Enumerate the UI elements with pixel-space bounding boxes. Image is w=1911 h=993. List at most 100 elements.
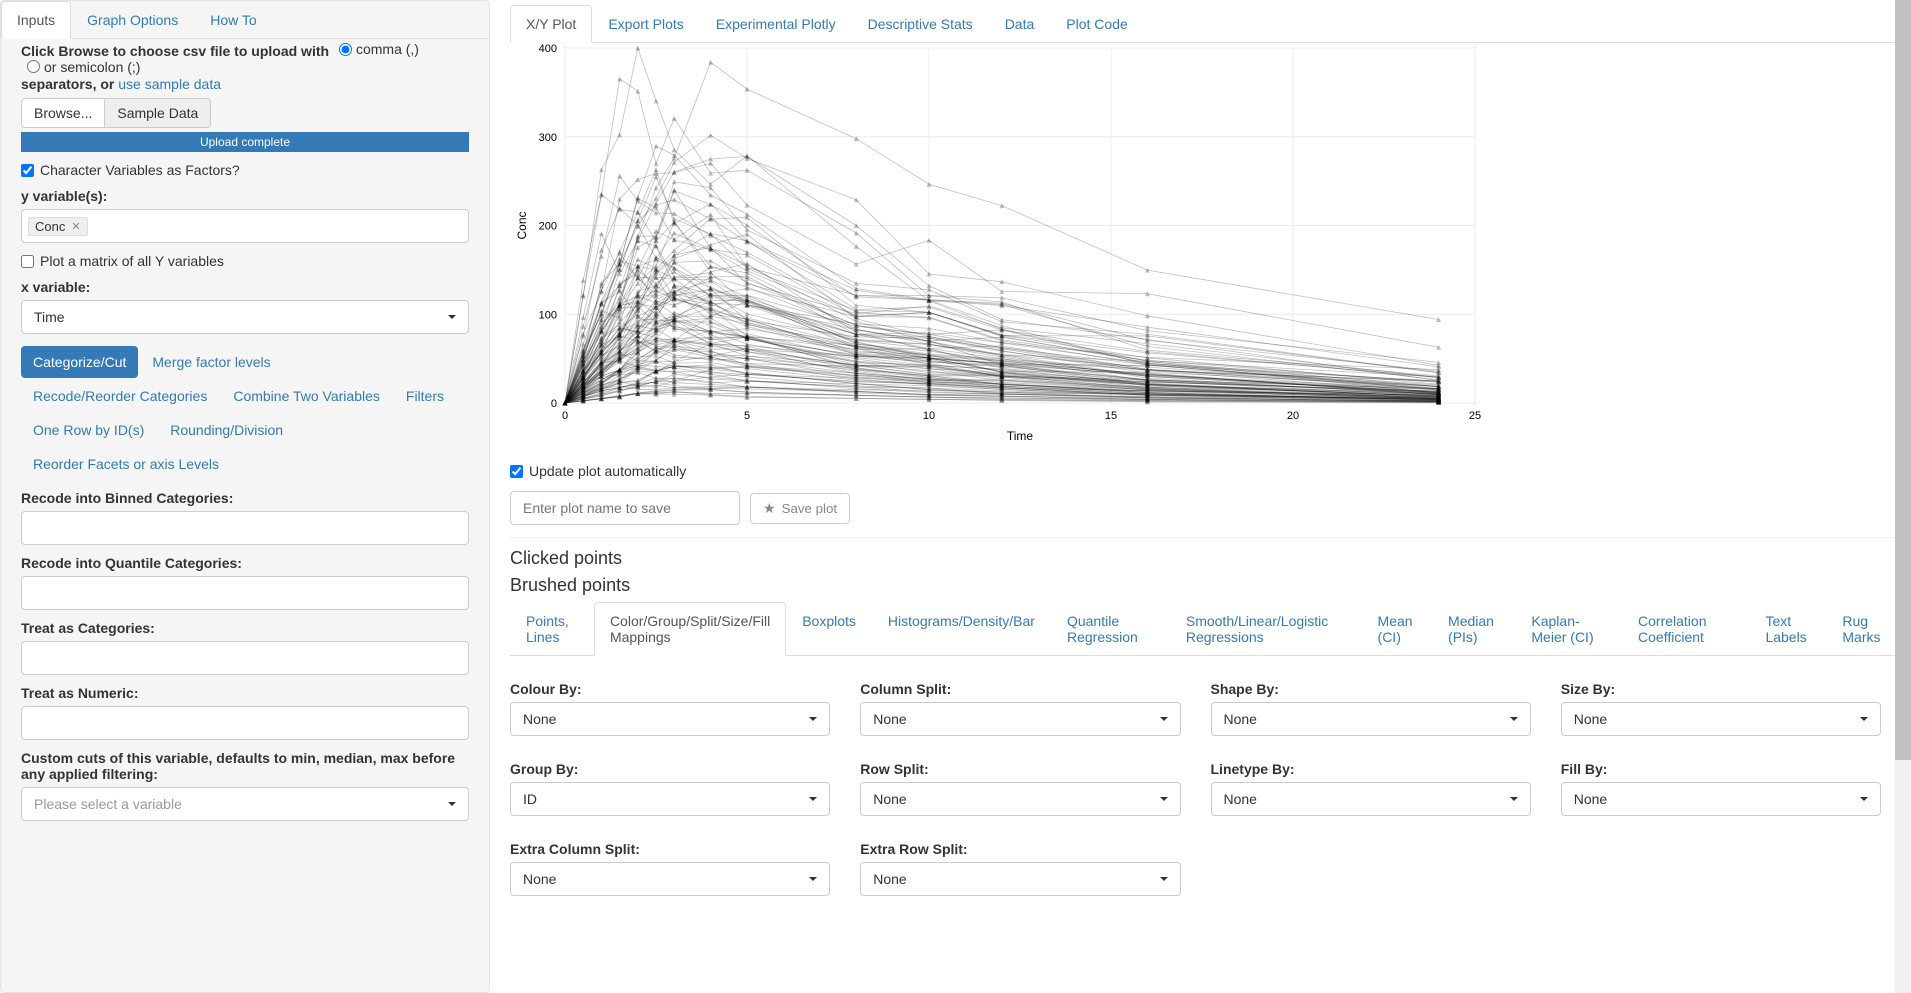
- y-var-remove-icon[interactable]: ✕: [71, 220, 80, 233]
- svg-text:Time: Time: [1007, 429, 1034, 443]
- treat-cat-select[interactable]: [21, 641, 469, 675]
- x-var-select[interactable]: Time: [21, 300, 469, 334]
- pill-one-row-by-id[interactable]: One Row by ID(s): [21, 414, 156, 446]
- tab-correlation[interactable]: Correlation Coefficient: [1622, 602, 1749, 656]
- upload-help-row: Click Browse to choose csv file to uploa…: [21, 41, 469, 92]
- svg-text:0: 0: [562, 410, 568, 422]
- chevron-down-icon: [448, 315, 456, 319]
- chevron-down-icon: [809, 877, 817, 881]
- treat-num-label: Treat as Numeric:: [21, 685, 469, 701]
- tab-points-lines[interactable]: Points, Lines: [510, 602, 594, 656]
- pill-categorize-cut[interactable]: Categorize/Cut: [21, 346, 138, 378]
- tab-rug-marks[interactable]: Rug Marks: [1826, 602, 1901, 656]
- tab-data[interactable]: Data: [989, 5, 1051, 43]
- group-by-select[interactable]: ID: [510, 782, 830, 816]
- tab-kaplan-meier[interactable]: Kaplan-Meier (CI): [1515, 602, 1622, 656]
- pill-rounding-division[interactable]: Rounding/Division: [158, 414, 295, 446]
- tab-inputs[interactable]: Inputs: [1, 1, 71, 39]
- treat-cat-label: Treat as Categories:: [21, 620, 469, 636]
- extra-col-split-label: Extra Column Split:: [510, 841, 830, 857]
- svg-text:200: 200: [539, 221, 557, 233]
- radio-comma[interactable]: comma (,): [339, 41, 419, 57]
- upload-progress: Upload complete: [21, 132, 469, 152]
- y-var-label: y variable(s):: [21, 188, 469, 204]
- tab-color-group-split[interactable]: Color/Group/Split/Size/Fill Mappings: [594, 602, 786, 656]
- tab-mean-ci[interactable]: Mean (CI): [1362, 602, 1433, 656]
- tab-quantile-regression[interactable]: Quantile Regression: [1051, 602, 1170, 656]
- colour-by-select[interactable]: None: [510, 702, 830, 736]
- chevron-down-icon: [1160, 797, 1168, 801]
- recode-binned-select[interactable]: [21, 511, 469, 545]
- sample-data-button[interactable]: Sample Data: [105, 98, 211, 128]
- extra-row-split-select[interactable]: None: [860, 862, 1180, 896]
- custom-cuts-select[interactable]: Please select a variable: [21, 787, 469, 821]
- save-plot-button[interactable]: ★Save plot: [750, 493, 850, 524]
- x-var-label: x variable:: [21, 279, 469, 295]
- use-sample-data-link[interactable]: use sample data: [118, 76, 221, 92]
- upload-progress-bar: Upload complete: [21, 132, 469, 152]
- plot-area[interactable]: 05101520250100200300400TimeConc: [510, 43, 1490, 448]
- radio-semicolon[interactable]: or semicolon (;): [27, 59, 140, 75]
- recode-binned-label: Recode into Binned Categories:: [21, 490, 469, 506]
- tab-how-to[interactable]: How To: [194, 1, 272, 39]
- upload-help-suffix: separators, or: [21, 76, 114, 92]
- linetype-by-label: Linetype By:: [1211, 761, 1531, 777]
- svg-text:15: 15: [1105, 410, 1117, 422]
- plot-matrix-checkbox[interactable]: Plot a matrix of all Y variables: [21, 253, 469, 269]
- tab-xy-plot[interactable]: X/Y Plot: [510, 5, 592, 43]
- shape-by-select[interactable]: None: [1211, 702, 1531, 736]
- clicked-points-heading: Clicked points: [510, 548, 1901, 569]
- tab-median-pi[interactable]: Median (PIs): [1432, 602, 1515, 656]
- chevron-down-icon: [809, 717, 817, 721]
- tab-plot-code[interactable]: Plot Code: [1050, 5, 1143, 43]
- tab-smooth-regressions[interactable]: Smooth/Linear/Logistic Regressions: [1170, 602, 1362, 656]
- tab-histograms[interactable]: Histograms/Density/Bar: [872, 602, 1051, 640]
- tab-boxplots[interactable]: Boxplots: [786, 602, 872, 640]
- pill-filters[interactable]: Filters: [394, 380, 456, 412]
- column-split-select[interactable]: None: [860, 702, 1180, 736]
- fill-by-select[interactable]: None: [1561, 782, 1881, 816]
- scrollbar[interactable]: [1895, 0, 1911, 993]
- upload-help-prefix: Click Browse to choose csv file to uploa…: [21, 43, 329, 59]
- svg-text:25: 25: [1469, 410, 1481, 422]
- tab-descriptive-stats[interactable]: Descriptive Stats: [852, 5, 989, 43]
- mapping-grid: Colour By: None Column Split: None Shape B…: [510, 671, 1901, 896]
- tab-experimental-plotly[interactable]: Experimental Plotly: [700, 5, 852, 43]
- colour-by-label: Colour By:: [510, 681, 830, 697]
- chevron-down-icon: [448, 802, 456, 806]
- update-auto-checkbox[interactable]: Update plot automatically: [510, 463, 1901, 479]
- shape-by-label: Shape By:: [1211, 681, 1531, 697]
- svg-text:10: 10: [923, 410, 935, 422]
- extra-col-split-select[interactable]: None: [510, 862, 830, 896]
- chevron-down-icon: [1860, 717, 1868, 721]
- char-factors-checkbox[interactable]: Character Variables as Factors?: [21, 162, 469, 178]
- row-split-select[interactable]: None: [860, 782, 1180, 816]
- linetype-by-select[interactable]: None: [1211, 782, 1531, 816]
- recode-quantile-select[interactable]: [21, 576, 469, 610]
- svg-text:Conc: Conc: [515, 211, 529, 239]
- pill-recode-reorder[interactable]: Recode/Reorder Categories: [21, 380, 219, 412]
- pill-combine-two[interactable]: Combine Two Variables: [221, 380, 392, 412]
- brushed-points-heading: Brushed points: [510, 575, 1901, 596]
- chevron-down-icon: [809, 797, 817, 801]
- size-by-select[interactable]: None: [1561, 702, 1881, 736]
- svg-text:20: 20: [1287, 410, 1299, 422]
- pill-merge-factor[interactable]: Merge factor levels: [140, 346, 282, 378]
- tab-graph-options[interactable]: Graph Options: [71, 1, 194, 39]
- main-tabs: X/Y Plot Export Plots Experimental Plotl…: [510, 5, 1901, 43]
- plot-name-input[interactable]: [510, 491, 740, 525]
- custom-cuts-label: Custom cuts of this variable, defaults t…: [21, 750, 469, 782]
- treat-num-select[interactable]: [21, 706, 469, 740]
- pill-reorder-facets[interactable]: Reorder Facets or axis Levels: [21, 448, 231, 480]
- tab-text-labels[interactable]: Text Labels: [1749, 602, 1826, 656]
- svg-text:0: 0: [551, 398, 557, 410]
- chevron-down-icon: [1160, 717, 1168, 721]
- sidebar-panel: Inputs Graph Options How To Click Browse…: [0, 0, 490, 993]
- tab-export-plots[interactable]: Export Plots: [592, 5, 699, 43]
- chevron-down-icon: [1510, 797, 1518, 801]
- chevron-down-icon: [1860, 797, 1868, 801]
- column-split-label: Column Split:: [860, 681, 1180, 697]
- y-var-select[interactable]: Conc✕: [21, 209, 469, 243]
- star-icon: ★: [763, 500, 776, 517]
- browse-button[interactable]: Browse...: [21, 98, 105, 128]
